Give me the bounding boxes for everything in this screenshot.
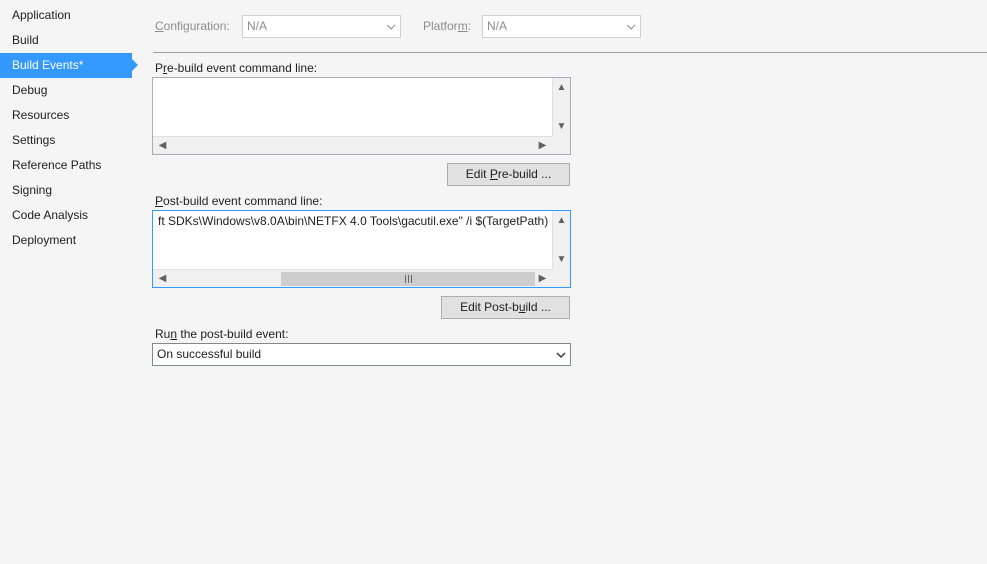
sidebar-nav: Application Build Build Events* Debug Re… [0, 3, 140, 253]
scroll-corner [552, 269, 570, 287]
platform-dropdown[interactable]: N/A [482, 15, 641, 38]
edit-prebuild-post: re-build ... [497, 167, 552, 181]
postbuild-label-post: ost-build event command line: [163, 194, 323, 208]
platform-label-pre: Platfor [423, 19, 458, 33]
scroll-down-icon[interactable]: ▼ [553, 118, 570, 135]
prebuild-label: Pre-build event command line: [155, 61, 317, 75]
configuration-label-accel: C [155, 19, 164, 33]
postbuild-label-accel: P [155, 194, 164, 208]
edit-prebuild-button[interactable]: Edit Pre-build ... [447, 163, 570, 186]
header-divider [153, 52, 987, 53]
postbuild-label: Post-build event command line: [155, 194, 322, 208]
scroll-down-icon[interactable]: ▼ [553, 251, 570, 268]
platform-value: N/A [487, 19, 508, 33]
scroll-left-icon[interactable]: ◀ [154, 137, 171, 154]
sidebar-item-build-events[interactable]: Build Events* [0, 53, 138, 78]
prebuild-textarea[interactable]: ▲ ▼ ◀ ▶ [152, 77, 571, 155]
configuration-value: N/A [247, 19, 268, 33]
sidebar-item-deployment[interactable]: Deployment [0, 228, 132, 253]
prebuild-label-post: e-build event command line: [167, 61, 318, 75]
prebuild-hscrollbar[interactable]: ◀ ▶ [153, 136, 552, 154]
sidebar-item-code-analysis[interactable]: Code Analysis [0, 203, 132, 228]
grip-icon [404, 275, 412, 283]
platform-label-post: : [467, 19, 472, 33]
run-event-label-pre: Ru [155, 327, 171, 341]
run-event-dropdown[interactable]: On successful build [152, 343, 571, 366]
edit-postbuild-pre: Edit Post-b [460, 300, 519, 314]
postbuild-vscrollbar[interactable]: ▲ ▼ [552, 211, 570, 269]
edit-postbuild-accel: u [518, 300, 526, 314]
scroll-up-icon[interactable]: ▲ [553, 212, 570, 229]
configuration-label-text: onfiguration: [163, 19, 230, 33]
postbuild-hscrollbar[interactable]: ◀ ▶ [153, 269, 552, 287]
run-event-label-post: the post-build event: [177, 327, 289, 341]
chevron-down-icon [556, 352, 566, 358]
postbuild-textarea[interactable]: ft SDKs\Windows\v8.0A\bin\NETFX 4.0 Tool… [152, 210, 571, 288]
sidebar-item-resources[interactable]: Resources [0, 103, 132, 128]
scroll-up-icon[interactable]: ▲ [553, 79, 570, 96]
edit-prebuild-accel: P [489, 167, 498, 181]
scroll-right-icon[interactable]: ▶ [534, 270, 551, 287]
sidebar-item-build[interactable]: Build [0, 28, 132, 53]
sidebar-item-debug[interactable]: Debug [0, 78, 132, 103]
configuration-label: Configuration: [155, 19, 230, 33]
platform-label-accel: m [457, 19, 468, 33]
postbuild-text: ft SDKs\Windows\v8.0A\bin\NETFX 4.0 Tool… [158, 214, 548, 228]
scroll-left-icon[interactable]: ◀ [154, 270, 171, 287]
edit-postbuild-post: ild ... [525, 300, 551, 314]
edit-prebuild-pre: Edit [465, 167, 490, 181]
configuration-dropdown[interactable]: N/A [242, 15, 401, 38]
platform-label: Platform: [423, 19, 471, 33]
prebuild-vscrollbar[interactable]: ▲ ▼ [552, 78, 570, 136]
edit-postbuild-button[interactable]: Edit Post-build ... [441, 296, 570, 319]
chevron-down-icon [386, 24, 396, 30]
sidebar-item-signing[interactable]: Signing [0, 178, 132, 203]
sidebar-item-reference-paths[interactable]: Reference Paths [0, 153, 132, 178]
chevron-down-icon [626, 24, 636, 30]
run-event-label: Run the post-build event: [155, 327, 288, 341]
run-event-value: On successful build [157, 347, 262, 361]
sidebar-item-settings[interactable]: Settings [0, 128, 132, 153]
scroll-corner [552, 136, 570, 154]
prebuild-label-pre: P [155, 61, 164, 75]
scroll-right-icon[interactable]: ▶ [534, 137, 551, 154]
hscroll-thumb[interactable] [281, 272, 535, 286]
sidebar-item-application[interactable]: Application [0, 3, 132, 28]
